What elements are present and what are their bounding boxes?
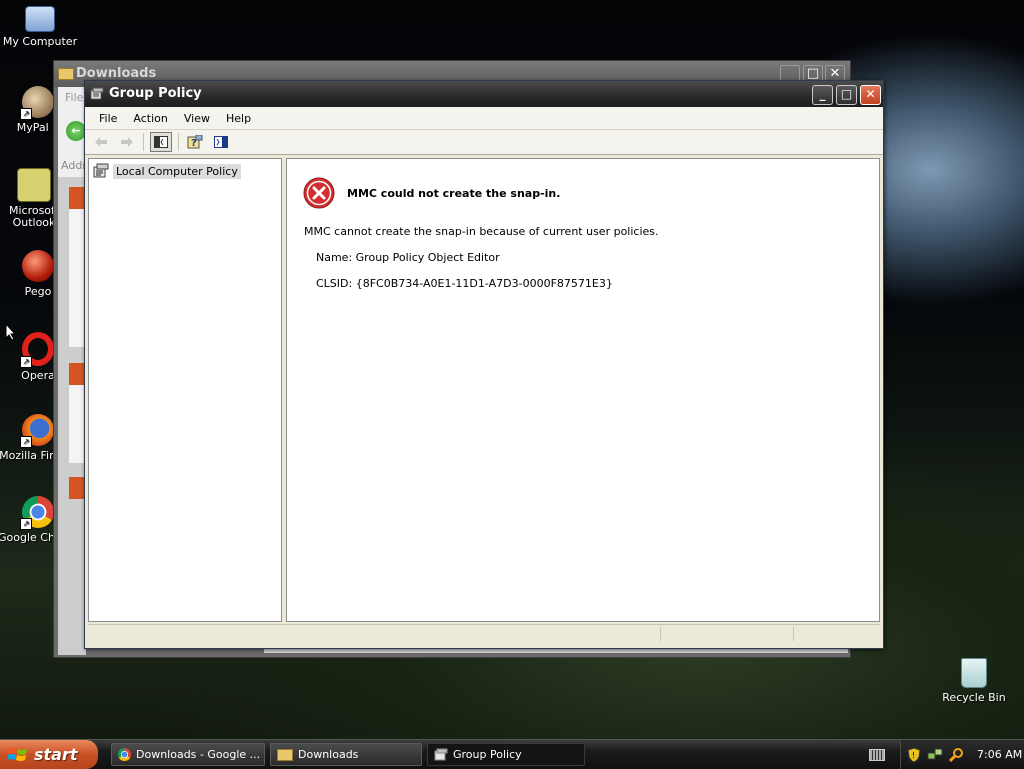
desktop-icon-label: My Computer <box>2 35 78 48</box>
minimize-button[interactable]: _ <box>812 85 833 105</box>
downloads-menu-strip: File <box>58 87 86 109</box>
folder-icon <box>277 748 293 761</box>
menu-action[interactable]: Action <box>125 112 175 125</box>
desktop-icon-my-computer[interactable]: My Computer <box>0 4 80 48</box>
start-label: start <box>34 745 78 764</box>
snapin-name: Name: Group Policy Object Editor <box>316 251 500 264</box>
mouse-pointer-icon <box>5 323 17 341</box>
toolbar-separator <box>178 133 179 151</box>
toolbar: ? <box>85 130 883 155</box>
error-message: MMC cannot create the snap-in because of… <box>304 225 659 238</box>
forward-arrow-icon[interactable] <box>117 133 137 151</box>
desktop-icon-recycle-bin[interactable]: Recycle Bin <box>934 658 1014 704</box>
network-icon[interactable] <box>927 747 943 763</box>
keyboard-icon[interactable] <box>869 749 885 761</box>
taskbar-button-group-policy[interactable]: Group Policy <box>427 743 585 766</box>
desktop-icon-label: Recycle Bin <box>942 691 1006 704</box>
downloads-title: Downloads <box>76 66 157 81</box>
address-label: Addr <box>61 159 87 172</box>
status-bar <box>88 624 880 645</box>
error-icon <box>303 177 335 209</box>
result-pane: MMC could not create the snap-in. MMC ca… <box>286 158 880 622</box>
system-tray: ! 7:06 AM <box>900 740 1024 769</box>
svg-text:!: ! <box>912 751 915 760</box>
back-icon[interactable]: ← <box>66 121 86 141</box>
downloads-task-pane <box>58 177 86 655</box>
error-header: MMC could not create the snap-in. <box>303 177 560 209</box>
folder-icon <box>58 68 74 80</box>
tree-node-local-computer-policy[interactable]: Local Computer Policy <box>93 163 241 179</box>
taskbar-button-chrome-downloads[interactable]: Downloads - Google ... <box>111 743 265 766</box>
pego-icon <box>22 250 54 282</box>
window-title: Group Policy <box>109 86 202 101</box>
status-cell <box>660 627 661 641</box>
clock[interactable]: 7:06 AM <box>977 748 1022 761</box>
task-label: Downloads <box>298 748 359 761</box>
outlook-icon <box>17 168 51 202</box>
close-button[interactable]: ✕ <box>860 85 881 105</box>
computer-icon <box>25 6 55 32</box>
taskbar: start Downloads - Google ... Downloads G… <box>0 739 1024 769</box>
downloads-toolbar-strip: ← <box>58 109 86 155</box>
console-panes: Local Computer Policy MMC could not crea… <box>88 158 880 622</box>
show-hide-tree-icon[interactable] <box>150 132 172 152</box>
search-icon[interactable] <box>949 747 965 763</box>
downloads-address-strip: Addr <box>58 155 87 177</box>
back-arrow-icon[interactable] <box>91 133 111 151</box>
downloads-scrollbar[interactable] <box>264 649 848 653</box>
windows-logo-icon <box>8 747 27 761</box>
group-policy-title-bar[interactable]: Group Policy _ □ ✕ <box>85 81 883 107</box>
recycle-bin-icon <box>961 658 987 688</box>
security-shield-icon[interactable]: ! <box>907 746 921 763</box>
status-cell <box>793 627 794 641</box>
group-policy-icon <box>434 748 448 760</box>
opera-icon: ↗ <box>20 332 54 368</box>
show-hide-action-pane-icon[interactable] <box>211 133 231 151</box>
menu-help[interactable]: Help <box>218 112 259 125</box>
error-heading: MMC could not create the snap-in. <box>347 186 561 200</box>
task-label: Downloads - Google ... <box>136 748 261 761</box>
toolbar-separator <box>143 133 144 151</box>
menu-bar: File Action View Help <box>85 107 883 130</box>
group-policy-icon <box>90 87 104 100</box>
menu-file[interactable]: File <box>91 112 125 125</box>
console-tree[interactable]: Local Computer Policy <box>88 158 282 622</box>
firefox-icon: ↗ <box>20 414 54 448</box>
menu-view[interactable]: View <box>176 112 218 125</box>
snapin-clsid: CLSID: {8FC0B734-A0E1-11D1-A7D3-0000F875… <box>316 277 613 290</box>
mypal-icon: ↗ <box>20 86 54 120</box>
maximize-button[interactable]: □ <box>836 85 857 105</box>
task-label: Group Policy <box>453 748 522 761</box>
chrome-icon: ↗ <box>20 496 54 530</box>
help-icon[interactable]: ? <box>185 133 205 151</box>
downloads-menu-file[interactable]: File <box>58 91 83 104</box>
start-button[interactable]: start <box>0 740 98 769</box>
tree-node-label: Local Computer Policy <box>113 163 241 179</box>
group-policy-window[interactable]: Group Policy _ □ ✕ File Action View Help… <box>84 80 884 649</box>
taskbar-button-downloads[interactable]: Downloads <box>270 743 422 766</box>
chrome-icon <box>118 748 131 761</box>
policy-icon <box>93 163 109 178</box>
